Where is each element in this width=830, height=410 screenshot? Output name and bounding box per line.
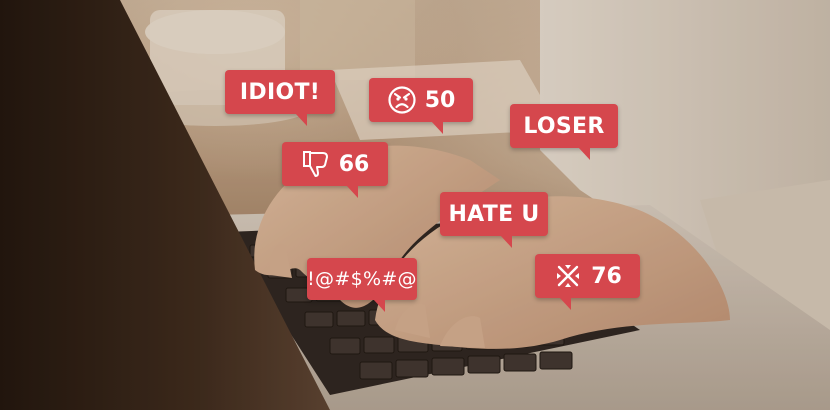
- symbols-text: !@#$%#@: [307, 268, 417, 290]
- hate-text: HATE U: [448, 201, 540, 227]
- angry-tail: [431, 121, 443, 134]
- hate-tail: [500, 235, 512, 248]
- loser-bubble: LOSER: [510, 104, 618, 160]
- dislike-count-bubble: 66: [282, 142, 388, 198]
- loser-text: LOSER: [523, 113, 605, 139]
- thumbs-down-icon: [301, 149, 331, 179]
- idiot-tail: [295, 113, 307, 126]
- idiot-bubble: IDIOT!: [225, 70, 335, 126]
- photo-illustration: [0, 0, 830, 410]
- block-tail: [559, 297, 571, 310]
- hate-bubble: HATE U: [440, 192, 548, 248]
- block-count: 76: [591, 263, 622, 289]
- loser-tail: [578, 147, 590, 160]
- dislike-tail: [346, 185, 358, 198]
- symbols-tail: [373, 299, 385, 312]
- symbols-bubble: !@#$%#@: [307, 258, 417, 312]
- cross-arrows-icon: [553, 261, 583, 291]
- block-count-bubble: 76: [535, 254, 640, 310]
- dislike-count: 66: [338, 151, 370, 177]
- angry-count-bubble: 50: [369, 78, 473, 134]
- photo-scene: IDIOT! 50 LOSER 66 HATE U !@#$%#@ 76: [0, 0, 830, 410]
- angry-face-icon: [387, 85, 417, 115]
- angry-count: 50: [424, 87, 456, 113]
- idiot-text: IDIOT!: [239, 79, 321, 105]
